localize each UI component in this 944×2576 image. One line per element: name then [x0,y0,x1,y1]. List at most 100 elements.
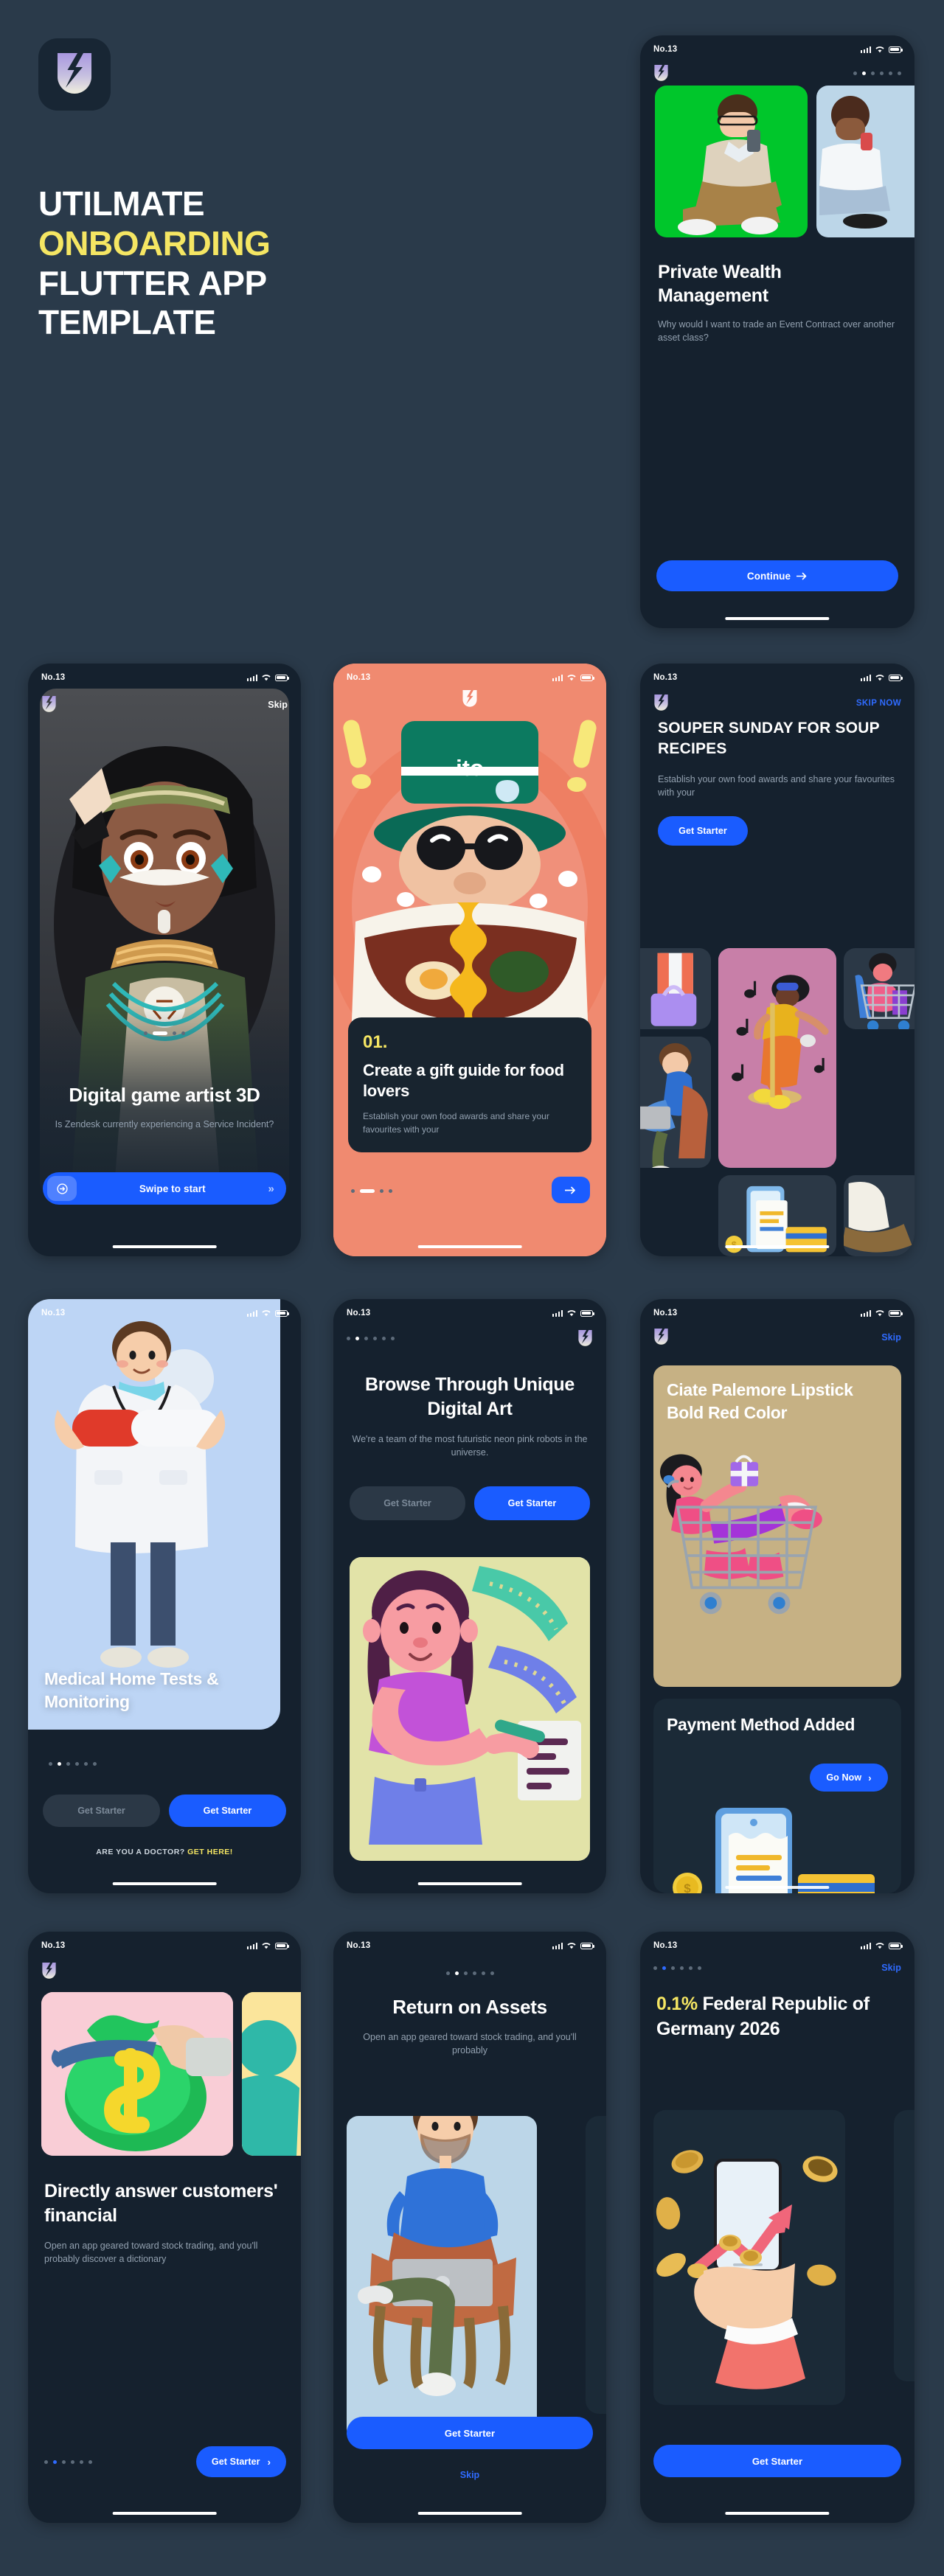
dot[interactable] [680,1966,684,1970]
get-starter-primary-button[interactable]: Get Starter [169,1795,286,1827]
dot[interactable] [391,1337,395,1340]
gallery-card-money-bag[interactable] [41,1992,233,2156]
dot[interactable] [389,1189,392,1193]
tile-shopping-bag[interactable] [640,948,712,1029]
gallery-card-blue[interactable] [816,86,914,237]
dot[interactable] [671,1966,675,1970]
dot[interactable] [347,1337,350,1340]
pagination-dots[interactable] [351,1189,392,1193]
wifi-icon [567,1943,576,1949]
screen-medical-home-tests: Medical Home Tests & Monitoring No.13 Ge… [28,1299,301,1893]
wifi-icon [875,1310,884,1317]
tile-dancing-woman[interactable] [718,948,836,1168]
tile-payment-card-phone[interactable]: $ [718,1175,836,1256]
dot[interactable] [71,2460,74,2464]
dot-active[interactable] [662,1966,666,1970]
dot[interactable] [62,2460,66,2464]
wifi-icon [262,1310,271,1317]
get-starter-primary-label: Get Starter [203,1806,252,1816]
doctor-prompt-link[interactable]: GET HERE! [187,1848,233,1856]
artwork-card[interactable] [347,2116,537,2440]
dot-active[interactable] [355,1337,359,1340]
status-bar-label: No.13 [347,1309,371,1317]
dot[interactable] [472,1971,476,1975]
pagination-dots[interactable] [347,1337,395,1340]
screen-title: Browse Through Unique Digital Art [365,1374,575,1419]
dot[interactable] [880,72,884,75]
dot[interactable] [80,2460,83,2464]
dot[interactable] [84,1762,88,1766]
screen-title: Digital game artist 3D [69,1084,260,1107]
dot-active[interactable] [53,2460,57,2464]
dot[interactable] [144,1031,148,1035]
home-indicator [417,1882,522,1885]
dot[interactable] [698,1966,701,1970]
dot-active[interactable] [360,1189,375,1193]
dot-active[interactable] [153,1031,167,1035]
pagination-dots[interactable] [853,72,901,75]
dot[interactable] [889,72,892,75]
dot[interactable] [373,1337,377,1340]
dot[interactable] [75,1762,79,1766]
product-card[interactable]: Ciate Palemore Lipstick Bold Red Color [653,1365,901,1687]
dot[interactable] [871,72,875,75]
dot[interactable] [653,1966,657,1970]
gallery-card-yellow[interactable] [242,1992,301,2156]
get-starter-button[interactable]: Get Starter [658,815,748,846]
dot[interactable] [445,1971,450,1975]
get-starter-button[interactable]: Get Starter [347,2417,593,2449]
dot[interactable] [380,1189,384,1193]
tile-shoe[interactable] [843,1175,914,1256]
skip-button[interactable]: Skip [333,2470,606,2480]
page-title: UTILMATE ONBOARDING FLUTTER APP TEMPLATE [38,184,451,343]
dot[interactable] [689,1966,693,1970]
dot-active[interactable] [58,1762,61,1766]
product-card-title: Ciate Palemore Lipstick Bold Red Color [667,1380,853,1422]
dot[interactable] [66,1762,70,1766]
dot[interactable] [181,1031,185,1035]
dot[interactable] [463,1971,468,1975]
tile-woman-in-cart[interactable] [843,948,914,1029]
dot[interactable] [93,1762,97,1766]
dot[interactable] [382,1337,386,1340]
dot[interactable] [898,72,901,75]
dot-active[interactable] [454,1971,459,1975]
dot[interactable] [853,72,857,75]
battery-full-icon [275,1942,289,1949]
dot[interactable] [490,1971,494,1975]
get-starter-button[interactable]: Get Starter [653,2445,901,2477]
shoe-3d-illustration [843,1181,912,1253]
next-button[interactable] [552,1177,590,1203]
pagination-dots[interactable] [653,1966,701,1970]
dot[interactable] [364,1337,368,1340]
status-bar-label: No.13 [41,673,66,682]
wifi-icon [567,675,576,681]
dot[interactable] [44,2460,48,2464]
get-starter-primary-button[interactable]: Get Starter [474,1486,590,1520]
dot-active[interactable] [862,72,866,75]
get-starter-button[interactable]: Get Starter › [196,2446,286,2477]
dot[interactable] [481,1971,485,1975]
pagination-dots[interactable] [49,1762,97,1766]
dot[interactable] [173,1031,176,1035]
dot[interactable] [351,1189,355,1193]
swipe-to-start-button[interactable]: Swipe to start » [43,1172,286,1205]
get-starter-secondary-button[interactable]: Get Starter [350,1486,465,1520]
pagination-dots[interactable] [333,1971,606,1975]
dot[interactable] [88,2460,92,2464]
dot[interactable] [49,1762,52,1766]
go-now-button[interactable]: Go Now › [810,1764,888,1792]
skip-button[interactable]: Skip [881,1332,901,1343]
get-starter-secondary-button[interactable]: Get Starter [43,1795,160,1827]
continue-button[interactable]: Continue [656,560,898,591]
get-starter-secondary-label: Get Starter [384,1498,431,1508]
artwork-card[interactable] [350,1557,590,1861]
gallery-card-green[interactable] [655,86,808,237]
pagination-dots[interactable] [44,2460,92,2464]
skip-now-button[interactable]: SKIP NOW [856,699,901,708]
skip-button[interactable]: Skip [881,1963,901,1973]
tile-man-on-chair[interactable] [640,1037,712,1168]
artwork-card[interactable] [653,2110,845,2405]
pagination-dots[interactable] [28,1031,301,1035]
skip-button[interactable]: Skip [268,700,288,710]
